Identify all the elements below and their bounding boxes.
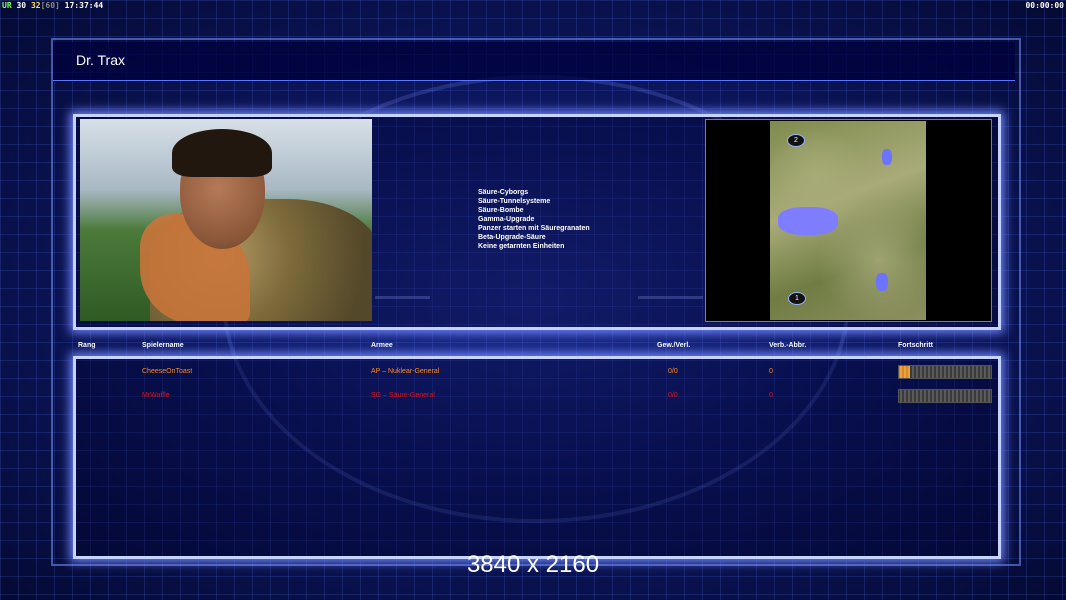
progress-fill [899,366,911,378]
progress-bar [898,389,992,403]
hud-clock: 17:37:44 [64,1,104,10]
minimap: 2 1 [770,121,926,320]
player-army: AP – Nuklear-General [371,368,440,375]
player-wins: 0/0 [668,392,678,399]
player-wins: 0/0 [668,368,678,375]
start-marker: 2 [787,134,805,147]
page-title: Dr. Trax [76,52,126,68]
upgrade-item: Säure-Cyborgs [478,189,529,196]
upgrade-item: Panzer starten mit Säuregranaten [478,225,590,232]
player-table [73,356,1001,559]
hud-bar: UR 30 32[60] 17:37:44 00:00:00 [0,0,1066,12]
upgrade-item: Säure-Tunnelsysteme [478,198,551,205]
upgrade-list: Säure-Cyborgs Säure-Tunnelsysteme Säure-… [478,188,590,251]
player-name: CheeseOnToast [142,368,193,375]
hud-timer: 00:00:00 [1025,1,1064,10]
player-disconnects: 0 [769,368,773,375]
hud-fps: 30 [16,1,27,10]
player-army: SG – Säure-General [371,392,435,399]
hud-fps-limit: [60] [40,1,60,10]
resolution-label: 3840 x 2160 [466,551,600,578]
header-wins: Gew./Verl. [657,342,691,349]
upgrade-item: Beta-Upgrade-Säure [478,234,546,241]
player-name: MrWaffle [142,392,170,399]
header-rank: Rang [78,342,96,349]
general-portrait [80,119,372,321]
title-bar: Dr. Trax [53,42,1015,81]
portrait-hair [172,129,272,177]
upgrade-item: Säure-Bombe [478,207,524,214]
player-disconnects: 0 [769,392,773,399]
map-lake [778,207,838,235]
map-lake [882,149,892,165]
progress-bar [898,365,992,379]
start-marker: 1 [788,292,806,305]
map-lake [876,273,888,291]
header-disconnects: Verb.-Abbr. [769,342,807,349]
hud-fps2: 32 [30,1,41,10]
hud-stats: UR 30 32[60] 17:37:44 [2,1,103,10]
header-army: Armee [371,342,393,349]
header-player: Spielername [142,342,184,349]
hud-ur: UR [2,1,12,10]
upgrade-item: Keine getarnten Einheiten [478,243,565,250]
header-progress: Fortschritt [898,342,933,349]
upgrade-item: Gamma-Upgrade [478,216,535,223]
minimap-frame: 2 1 [705,119,992,322]
